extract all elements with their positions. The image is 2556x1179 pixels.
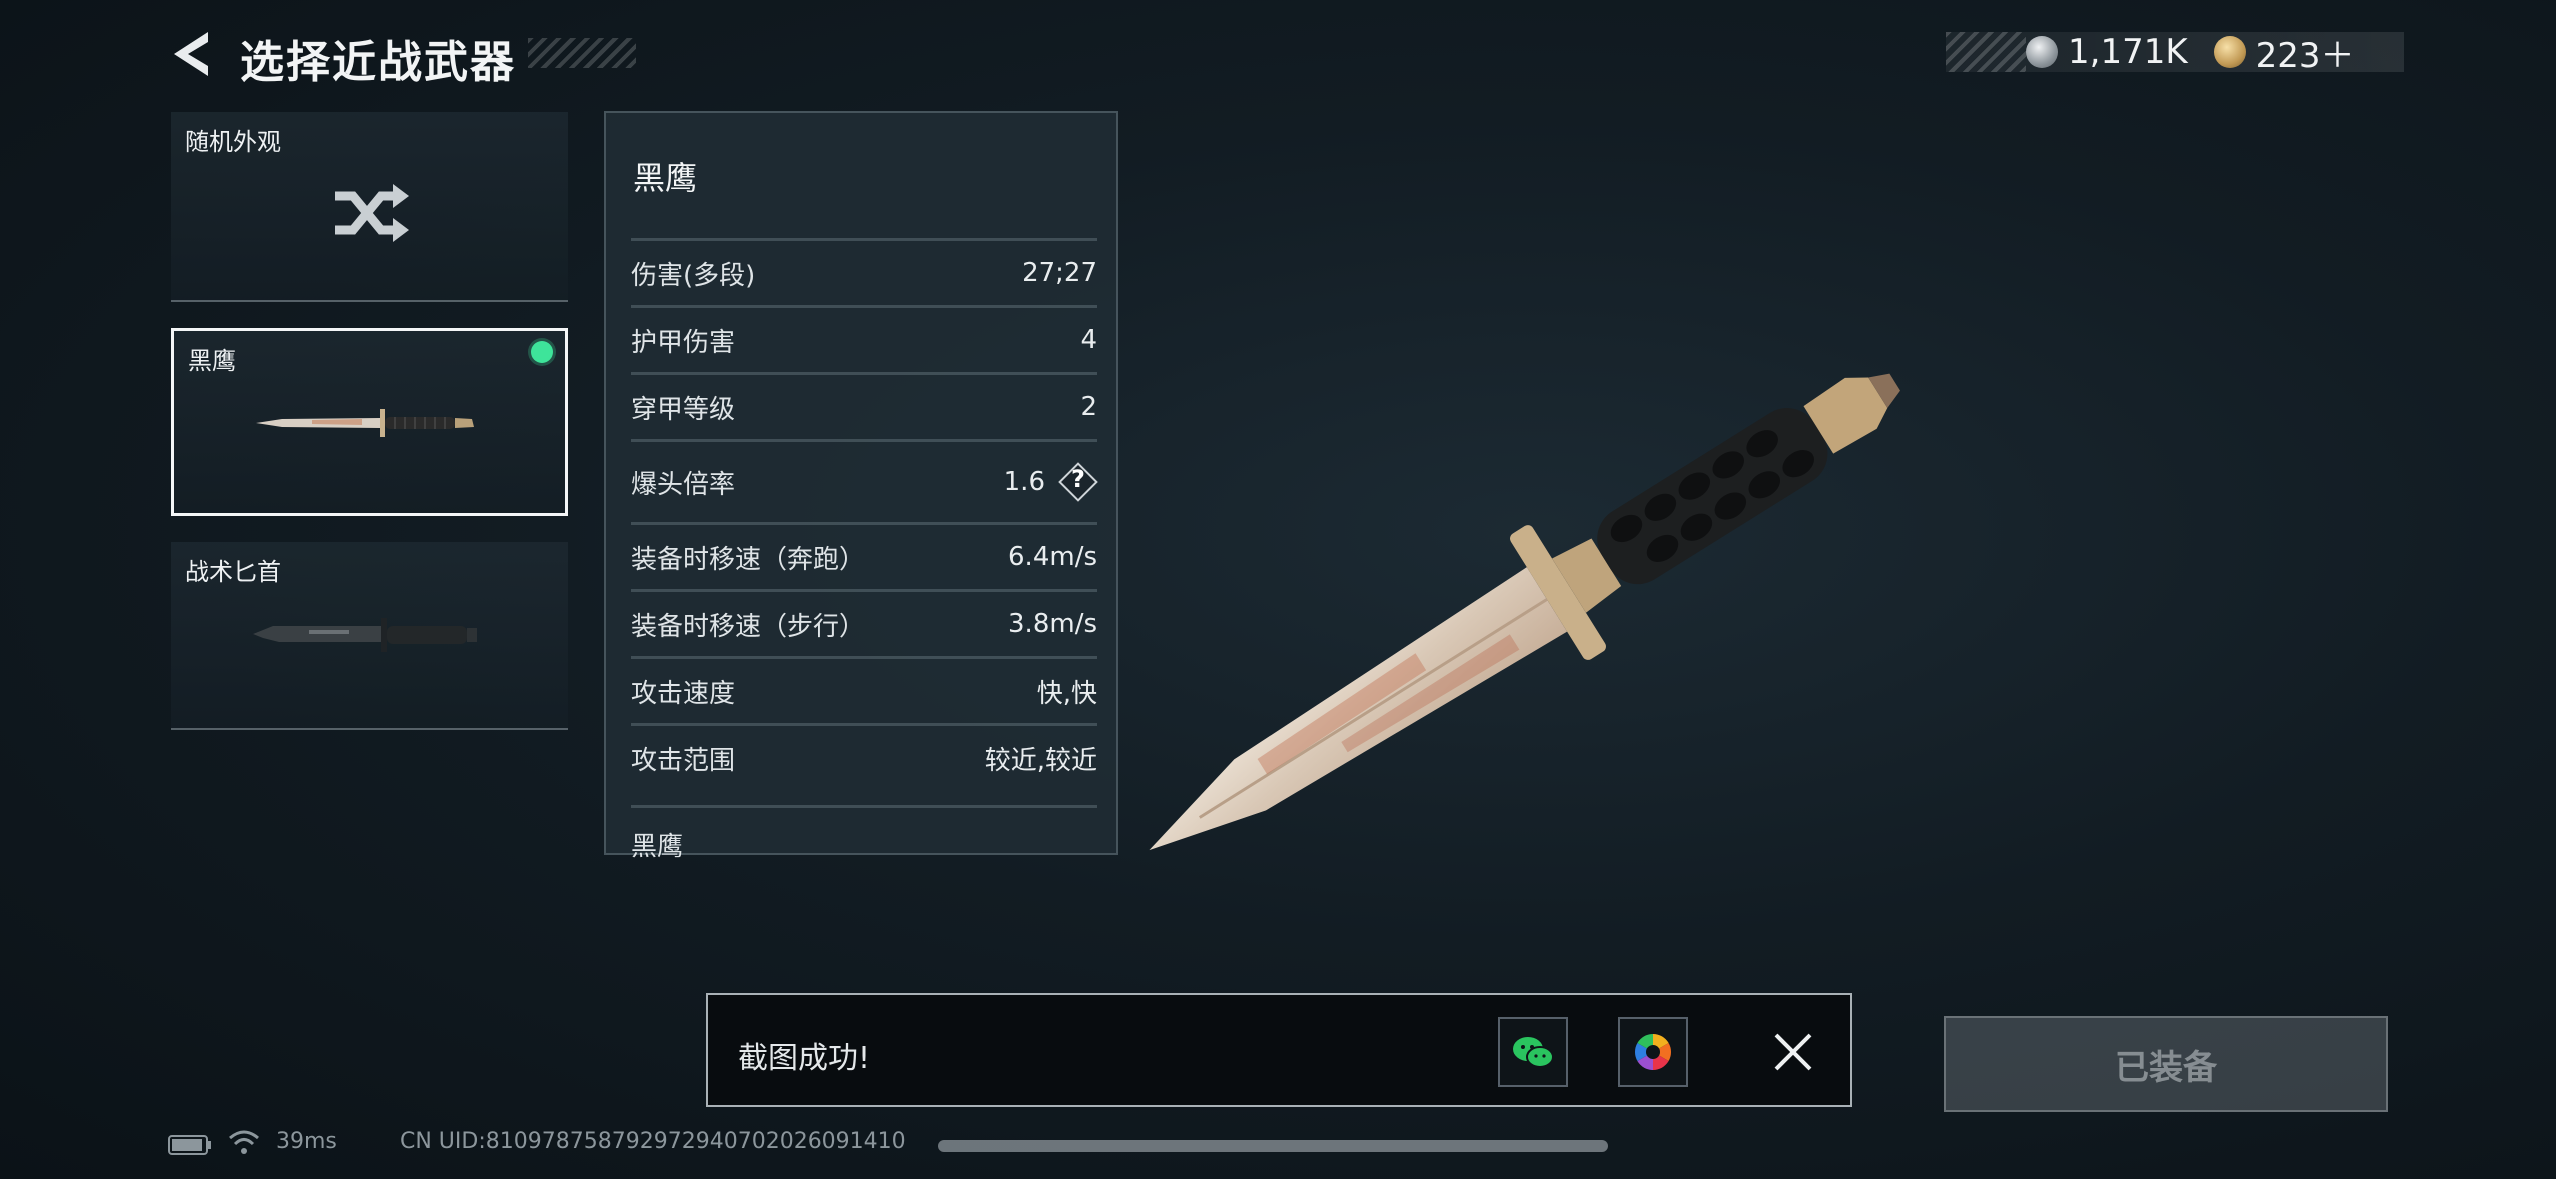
- shuffle-icon: [335, 184, 409, 242]
- stat-label: 伤害(多段): [631, 260, 756, 291]
- screenshot-toast: 截图成功!: [706, 993, 1852, 1107]
- photo-album-icon: [1634, 1034, 1672, 1070]
- weapon-card-label: 战术匕首: [185, 558, 281, 586]
- share-photo-album-button[interactable]: [1618, 1017, 1688, 1087]
- wifi-icon: [229, 1130, 259, 1154]
- user-uid: CN UID:810978758792972940702026091410: [400, 1129, 906, 1154]
- weapon-card-label: 随机外观: [185, 128, 281, 156]
- weapon-stats-panel: 黑鹰 伤害(多段) 27;27 护甲伤害 4 穿甲等级 2 爆头倍率 1.6 ?…: [604, 111, 1118, 862]
- selected-indicator: [531, 341, 553, 363]
- stat-label: 装备时移速（奔跑）: [631, 544, 866, 575]
- weapon-card-random[interactable]: 随机外观: [171, 112, 568, 302]
- stat-row-penetration-level: 穿甲等级 2: [631, 372, 1097, 439]
- stat-label: 装备时移速（步行）: [631, 611, 866, 642]
- tactical-dagger-thumbnail: [253, 618, 477, 652]
- gold-currency-value[interactable]: 223＋: [2256, 28, 2355, 77]
- silver-currency-value: 1,171K: [2068, 32, 2188, 72]
- stat-row-attack-range: 攻击范围 较近,较近: [631, 723, 1097, 790]
- back-button[interactable]: [168, 28, 214, 80]
- silver-coin-icon: [2026, 36, 2058, 68]
- stat-label: 护甲伤害: [631, 327, 736, 358]
- title-decoration: [528, 38, 636, 68]
- stat-value: 27;27: [1022, 258, 1097, 288]
- stat-row-run-speed: 装备时移速（奔跑） 6.4m/s: [631, 522, 1097, 589]
- stat-label: 攻击范围: [631, 745, 736, 776]
- weapon-card-tactical-dagger[interactable]: 战术匕首: [171, 542, 568, 730]
- equipped-button[interactable]: 已装备: [1944, 1016, 2388, 1112]
- currency-decoration: [1946, 32, 2026, 72]
- stat-row-attack-speed: 攻击速度 快,快: [631, 656, 1097, 723]
- share-wechat-button[interactable]: [1498, 1017, 1568, 1087]
- stats-list: 伤害(多段) 27;27 护甲伤害 4 穿甲等级 2 爆头倍率 1.6 ? 装备…: [631, 238, 1098, 790]
- weapon-name: 黑鹰: [633, 159, 698, 197]
- currency-bar: 1,171K 223＋: [1946, 32, 2404, 76]
- heiying-knife-render: [1149, 373, 1900, 851]
- close-icon: [1774, 1033, 1812, 1071]
- ping-latency: 39ms: [276, 1129, 337, 1154]
- stat-value: 1.6: [1003, 467, 1045, 497]
- toast-message: 截图成功!: [738, 1041, 871, 1076]
- stat-row-walk-speed: 装备时移速（步行） 3.8m/s: [631, 589, 1097, 656]
- weapon-card-label: 黑鹰: [188, 347, 236, 375]
- back-arrow-icon: [174, 32, 208, 76]
- stat-label: 爆头倍率: [631, 469, 736, 500]
- stat-label: 穿甲等级: [631, 394, 736, 425]
- weapon-skin-name: 黑鹰: [631, 805, 1097, 863]
- home-indicator[interactable]: [938, 1140, 1608, 1152]
- heiying-knife-thumbnail: [256, 409, 474, 437]
- battery-icon: [168, 1135, 211, 1155]
- gold-triangle-coin-icon: [2213, 36, 2246, 68]
- stat-row-damage: 伤害(多段) 27;27: [631, 238, 1097, 305]
- page-title: 选择近战武器: [240, 37, 516, 88]
- stat-label: 攻击速度: [631, 678, 736, 709]
- toast-close-button[interactable]: [1768, 1027, 1818, 1077]
- stat-row-armor-damage: 护甲伤害 4: [631, 305, 1097, 372]
- stat-row-headshot-multiplier: 爆头倍率 1.6 ?: [631, 439, 1098, 522]
- weapon-card-heiying[interactable]: 黑鹰: [171, 328, 568, 516]
- wechat-icon: [1513, 1037, 1554, 1068]
